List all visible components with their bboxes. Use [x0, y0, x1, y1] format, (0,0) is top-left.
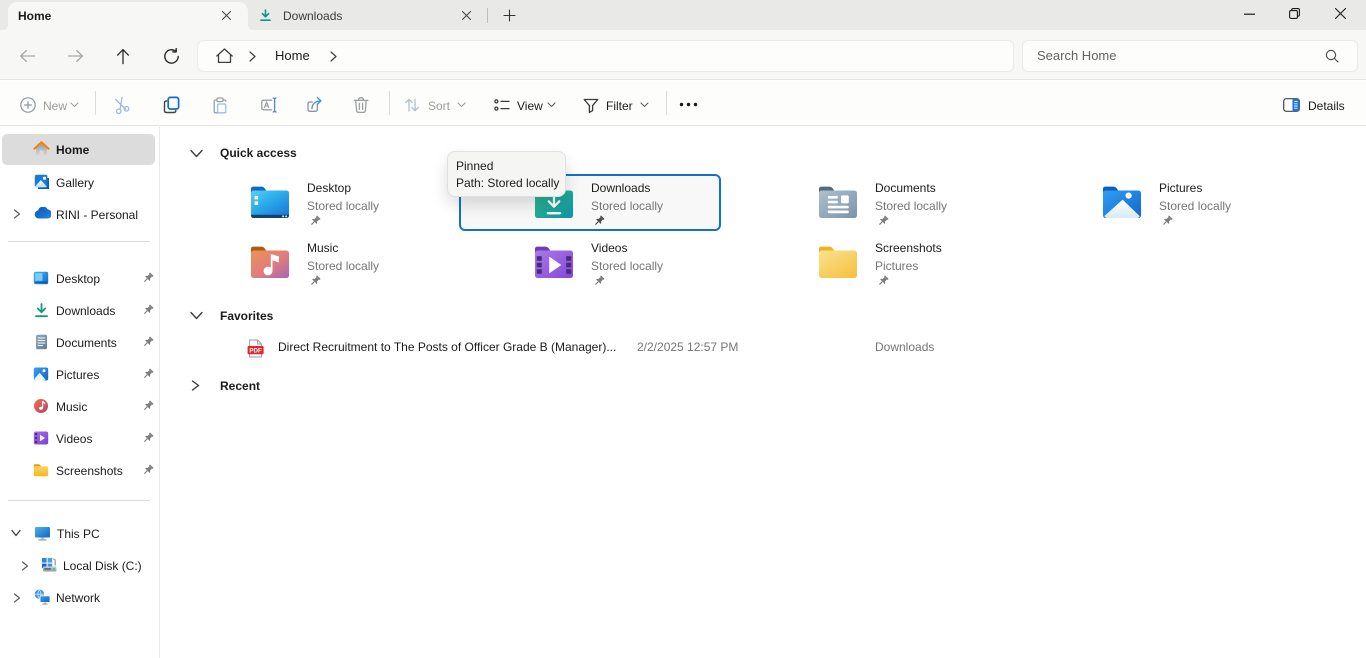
svg-text:PDF: PDF	[249, 347, 262, 354]
